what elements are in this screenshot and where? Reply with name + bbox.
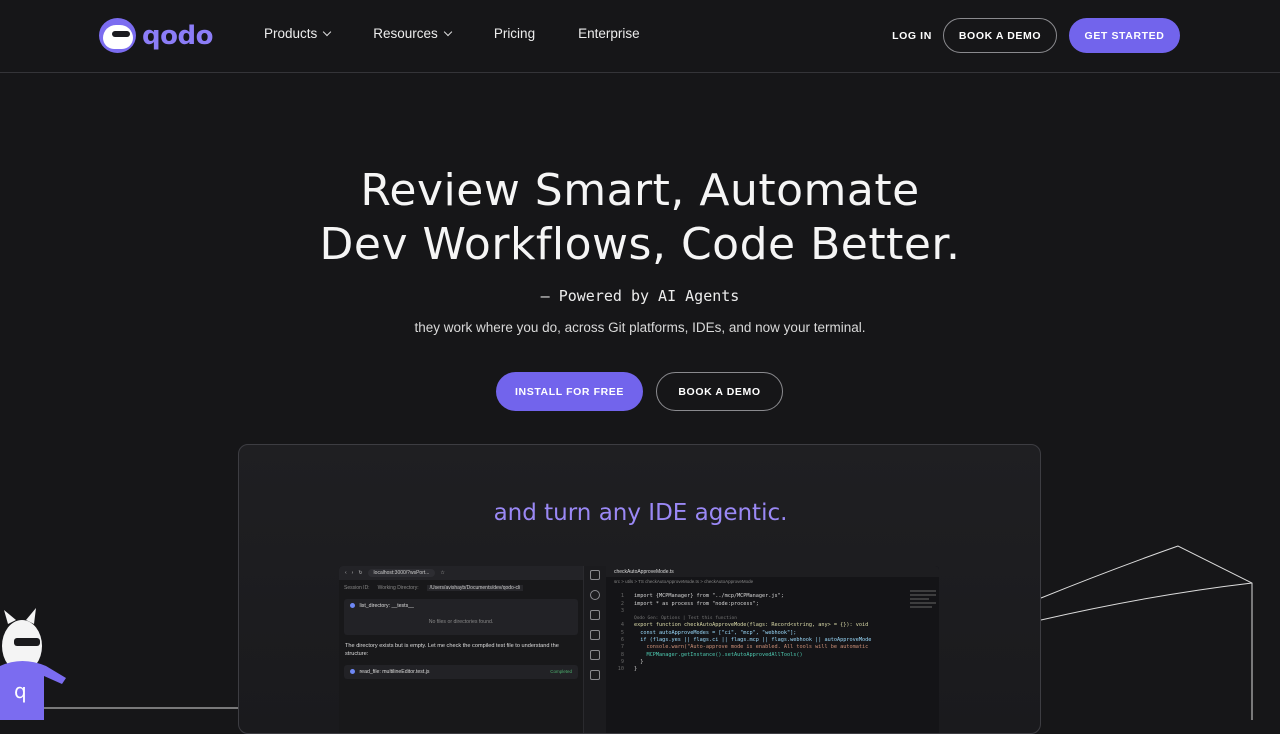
- code-line: 9 }: [620, 658, 644, 665]
- logo-mascot-icon: [99, 18, 136, 53]
- get-started-button[interactable]: GET STARTED: [1069, 18, 1180, 53]
- back-icon: ‹: [345, 570, 347, 576]
- nav-products[interactable]: Products: [264, 26, 332, 41]
- code-line: 5 const autoApproveModes = ["ci", "mcp",…: [620, 629, 797, 636]
- code-line: 8 MCPManager.getInstance().setAutoApprov…: [620, 651, 803, 658]
- minimap: [907, 588, 939, 628]
- chevron-down-icon: [443, 27, 453, 36]
- svg-text:q: q: [14, 679, 27, 703]
- url-bar: localhost:3000/?wsPort...: [367, 569, 436, 577]
- search-icon: [590, 590, 600, 600]
- tool-icon: [350, 669, 355, 675]
- qodo-logo[interactable]: qodo: [99, 18, 213, 53]
- status-badge: Completed: [550, 669, 572, 674]
- mascot-illustration: q: [0, 608, 66, 720]
- ide-showcase-card: and turn any IDE agentic. ‹ › ↻ localhos…: [238, 444, 1041, 734]
- hero-book-demo-button[interactable]: BOOK A DEMO: [656, 372, 783, 411]
- tool-call-block: list_directory: __tests__ No files or di…: [344, 599, 578, 635]
- code-line: 7 console.warn("Auto-approve mode is ena…: [620, 644, 869, 651]
- login-link[interactable]: LOG IN: [884, 28, 940, 44]
- hero-subtitle: — Powered by AI Agents: [540, 287, 740, 305]
- browser-toolbar: ‹ › ↻ localhost:3000/?wsPort... ☆: [339, 566, 583, 580]
- nav-enterprise[interactable]: Enterprise: [578, 26, 640, 41]
- nav-pricing[interactable]: Pricing: [494, 26, 535, 41]
- code-lines: 1 import {MCPManager} from "../mcp/MCPMan…: [606, 586, 939, 688]
- install-free-button[interactable]: INSTALL FOR FREE: [496, 372, 643, 411]
- code-line: 2 import * as process from "node:process"…: [620, 600, 759, 607]
- qodo-icon: [590, 670, 600, 680]
- forward-icon: ›: [351, 570, 354, 576]
- files-icon: [590, 570, 600, 580]
- extensions-icon: [590, 650, 600, 660]
- nav-links: Products Resources Pricing Enterprise: [264, 26, 683, 41]
- top-navbar: qodo Products Resources Pricing Enterpri…: [0, 0, 1280, 73]
- activity-bar: [584, 566, 606, 733]
- tool-call-block: read_file: multilineEditor.test.js Compl…: [344, 665, 578, 679]
- code-line: 1 import {MCPManager} from "../mcp/MCPMan…: [620, 593, 784, 600]
- book-demo-button[interactable]: BOOK A DEMO: [943, 18, 1057, 53]
- code-line: 10}: [617, 666, 638, 673]
- codelens: Qodo Gen: Options | Test this function: [634, 616, 737, 622]
- tool-icon: [350, 603, 355, 609]
- browser-panel: ‹ › ↻ localhost:3000/?wsPort... ☆ Sessio…: [339, 566, 584, 733]
- logo-wordmark: qodo: [142, 20, 213, 51]
- code-line: 3: [620, 607, 624, 614]
- code-editor: checkAutoApproveMode.ts src > utils > TS…: [606, 566, 939, 733]
- chevron-down-icon: [323, 27, 332, 36]
- reload-icon: ↻: [358, 570, 363, 576]
- hero-description: they work where you do, across Git platf…: [414, 320, 866, 335]
- breadcrumb: src > utils > TS checkAutoApproveMode.ts…: [614, 579, 754, 584]
- session-row: Session ID: Working Directory: /Users/av…: [339, 580, 583, 596]
- run-icon: [590, 630, 600, 640]
- code-line: 4 export function checkAutoApproveMode(fl…: [620, 622, 869, 629]
- source-control-icon: [590, 610, 600, 620]
- editor-tab: checkAutoApproveMode.ts: [606, 566, 939, 577]
- ide-screenshot: ‹ › ↻ localhost:3000/?wsPort... ☆ Sessio…: [339, 566, 939, 733]
- code-line: 6 if (flags.yes || flags.ci || flags.mcp…: [620, 637, 872, 644]
- star-icon: ☆: [440, 570, 445, 576]
- hero-title: Review Smart, Automate Dev Workflows, Co…: [319, 165, 961, 270]
- showcase-title: and turn any IDE agentic.: [493, 500, 788, 526]
- agent-message: The directory exists but is empty. Let m…: [345, 643, 559, 657]
- nav-resources[interactable]: Resources: [373, 26, 453, 41]
